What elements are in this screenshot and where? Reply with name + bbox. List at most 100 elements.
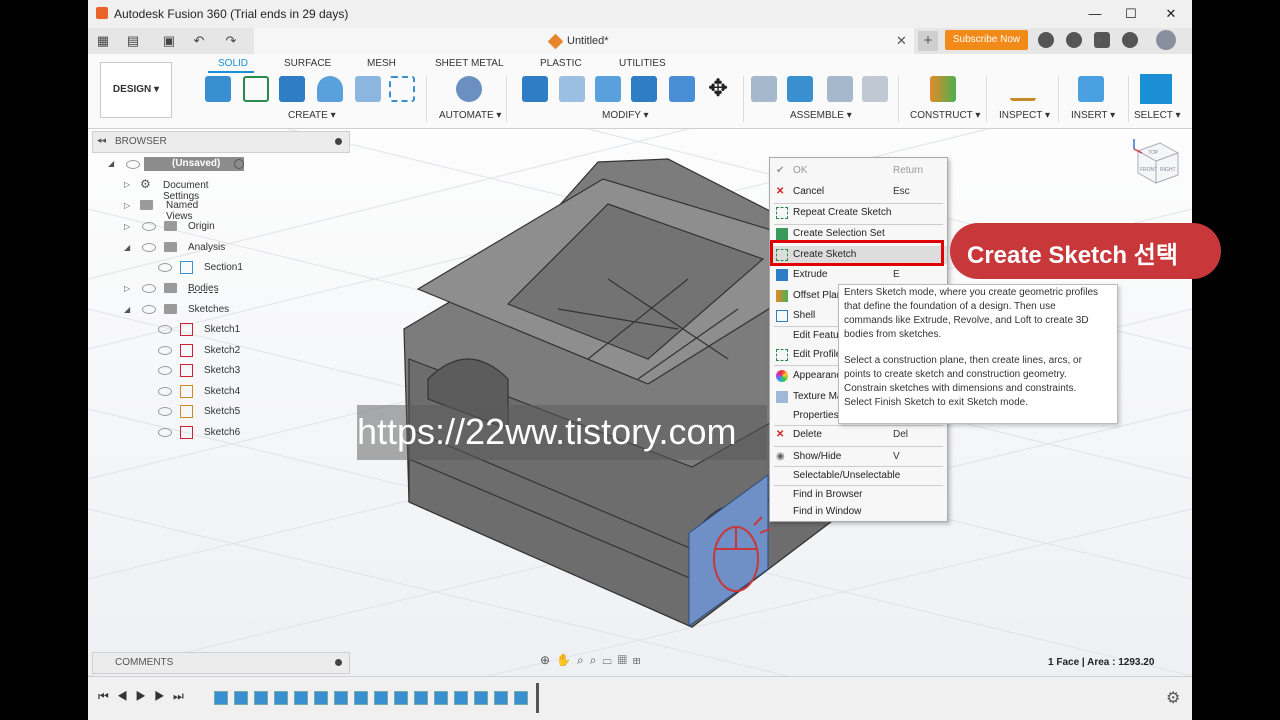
- move-icon[interactable]: ✥: [705, 76, 731, 102]
- browser-item-sketch3[interactable]: Sketch3: [204, 365, 240, 376]
- timeline-feature[interactable]: [434, 691, 448, 705]
- joint-icon[interactable]: [751, 76, 777, 102]
- data-panel-grid-icon[interactable]: ▦: [94, 33, 112, 49]
- tab-utilities[interactable]: UTILITIES: [619, 58, 666, 69]
- shell-icon[interactable]: [631, 76, 657, 102]
- visibility-eye-icon[interactable]: [142, 243, 156, 252]
- browser-item-origin[interactable]: Origin: [188, 221, 215, 232]
- joint-origin-icon[interactable]: [827, 76, 853, 102]
- create-sketch-icon[interactable]: [243, 76, 269, 102]
- expand-arrow-icon[interactable]: ▷: [124, 180, 130, 189]
- combine-icon[interactable]: [669, 76, 695, 102]
- chamfer-icon[interactable]: [595, 76, 621, 102]
- extensions-icon[interactable]: [1038, 32, 1054, 48]
- construct-menu[interactable]: CONSTRUCT ▾: [910, 110, 980, 121]
- select-menu[interactable]: SELECT ▾: [1134, 110, 1181, 121]
- undo-icon[interactable]: ↶: [190, 33, 208, 49]
- browser-item-document-settings[interactable]: Document Settings: [163, 180, 209, 202]
- fillet-icon[interactable]: [559, 76, 585, 102]
- menu-item-find-in-browser[interactable]: Find in Browser: [770, 486, 947, 504]
- browser-item-sketch6[interactable]: Sketch6: [204, 427, 240, 438]
- measure-icon[interactable]: [1010, 84, 1036, 101]
- close-tab-icon[interactable]: ✕: [896, 33, 907, 49]
- browser-item-sketch2[interactable]: Sketch2: [204, 345, 240, 356]
- tab-solid[interactable]: SOLID: [218, 58, 248, 69]
- visibility-eye-icon[interactable]: [158, 346, 172, 355]
- offset-plane-icon[interactable]: [930, 76, 956, 102]
- job-status-icon[interactable]: [1066, 32, 1082, 48]
- browser-panel-header[interactable]: ◂◂ BROWSER: [92, 131, 350, 153]
- timeline-settings-gear-icon[interactable]: ⚙: [1166, 688, 1180, 708]
- menu-item-selectable-unselectable[interactable]: Selectable/Unselectable: [770, 467, 947, 485]
- timeline-feature[interactable]: [294, 691, 308, 705]
- extrude-icon[interactable]: [279, 76, 305, 102]
- timeline-feature[interactable]: [494, 691, 508, 705]
- expand-arrow-icon[interactable]: ◢: [124, 243, 130, 252]
- menu-item-ok[interactable]: ✔ OK Return: [770, 162, 947, 180]
- assemble-menu[interactable]: ASSEMBLE ▾: [790, 110, 852, 121]
- timeline-marker[interactable]: [536, 683, 539, 713]
- browser-pin-icon[interactable]: [335, 138, 342, 145]
- play-icon[interactable]: ▶: [136, 689, 155, 703]
- rigid-group-icon[interactable]: [862, 76, 888, 102]
- notifications-bell-icon[interactable]: [1094, 32, 1110, 48]
- as-built-joint-icon[interactable]: [787, 76, 813, 102]
- maximize-button[interactable]: ☐: [1116, 4, 1146, 24]
- pattern-icon[interactable]: [389, 76, 415, 102]
- user-avatar[interactable]: [1156, 30, 1176, 50]
- timeline-feature[interactable]: [454, 691, 468, 705]
- menu-item-cancel[interactable]: ✕ Cancel Esc: [770, 183, 947, 201]
- create-menu[interactable]: CREATE ▾: [288, 110, 336, 121]
- menu-item-find-in-window[interactable]: Find in Window: [770, 503, 947, 521]
- menu-item-delete[interactable]: ✕ Delete Del: [770, 426, 947, 444]
- timeline-feature[interactable]: [394, 691, 408, 705]
- new-component-icon[interactable]: [205, 76, 231, 102]
- automate-icon[interactable]: [456, 76, 482, 102]
- timeline-feature[interactable]: [514, 691, 528, 705]
- new-tab-button[interactable]: +: [918, 31, 938, 51]
- go-to-end-icon[interactable]: ⏭: [173, 689, 192, 703]
- expand-arrow-icon[interactable]: ◢: [108, 159, 114, 168]
- tab-plastic[interactable]: PLASTIC: [540, 58, 582, 69]
- add-comment-icon[interactable]: [335, 659, 342, 666]
- timeline-feature[interactable]: [374, 691, 388, 705]
- collapse-panel-icon[interactable]: ◂◂: [97, 135, 106, 146]
- expand-arrow-icon[interactable]: ▷: [124, 201, 130, 210]
- insert-image-icon[interactable]: [1078, 76, 1104, 102]
- browser-item-section1[interactable]: Section1: [204, 262, 243, 273]
- tab-mesh[interactable]: MESH: [367, 58, 396, 69]
- close-window-button[interactable]: ✕: [1156, 4, 1186, 24]
- browser-item-sketches[interactable]: Sketches: [188, 304, 229, 315]
- timeline-feature[interactable]: [414, 691, 428, 705]
- menu-item-extrude[interactable]: Extrude E: [770, 266, 947, 284]
- browser-item-sketch4[interactable]: Sketch4: [204, 386, 240, 397]
- browser-item-named-views[interactable]: Named Views: [166, 200, 198, 222]
- tab-sheet-metal[interactable]: SHEET METAL: [435, 58, 504, 69]
- press-pull-icon[interactable]: [522, 76, 548, 102]
- visibility-eye-icon[interactable]: [158, 428, 172, 437]
- browser-item-analysis[interactable]: Analysis: [188, 242, 225, 253]
- step-back-icon[interactable]: ◀: [117, 689, 136, 703]
- go-to-start-icon[interactable]: ⏮: [98, 689, 117, 703]
- file-menu-icon[interactable]: ▤: [124, 33, 142, 49]
- automate-menu[interactable]: AUTOMATE ▾: [439, 110, 501, 121]
- orbit-icon[interactable]: ⊕: [540, 653, 556, 667]
- timeline-feature[interactable]: [314, 691, 328, 705]
- visibility-eye-icon[interactable]: [158, 325, 172, 334]
- minimize-button[interactable]: —: [1080, 4, 1110, 24]
- fit-icon[interactable]: ⌕: [590, 653, 603, 667]
- timeline-feature[interactable]: [234, 691, 248, 705]
- insert-menu[interactable]: INSERT ▾: [1071, 110, 1115, 121]
- viewports-icon[interactable]: ⊞: [633, 653, 647, 667]
- expand-arrow-icon[interactable]: ▷: [124, 222, 130, 231]
- visibility-eye-icon[interactable]: [158, 407, 172, 416]
- display-settings-icon[interactable]: ▭: [602, 653, 617, 667]
- visibility-eye-icon[interactable]: [142, 305, 156, 314]
- browser-item-sketch1[interactable]: Sketch1: [204, 324, 240, 335]
- grid-settings-icon[interactable]: ▦: [618, 653, 633, 667]
- redo-icon[interactable]: ↷: [222, 33, 240, 49]
- hole-icon[interactable]: [355, 76, 381, 102]
- comments-panel-header[interactable]: COMMENTS: [92, 652, 350, 674]
- visibility-eye-icon[interactable]: [142, 222, 156, 231]
- timeline-feature[interactable]: [474, 691, 488, 705]
